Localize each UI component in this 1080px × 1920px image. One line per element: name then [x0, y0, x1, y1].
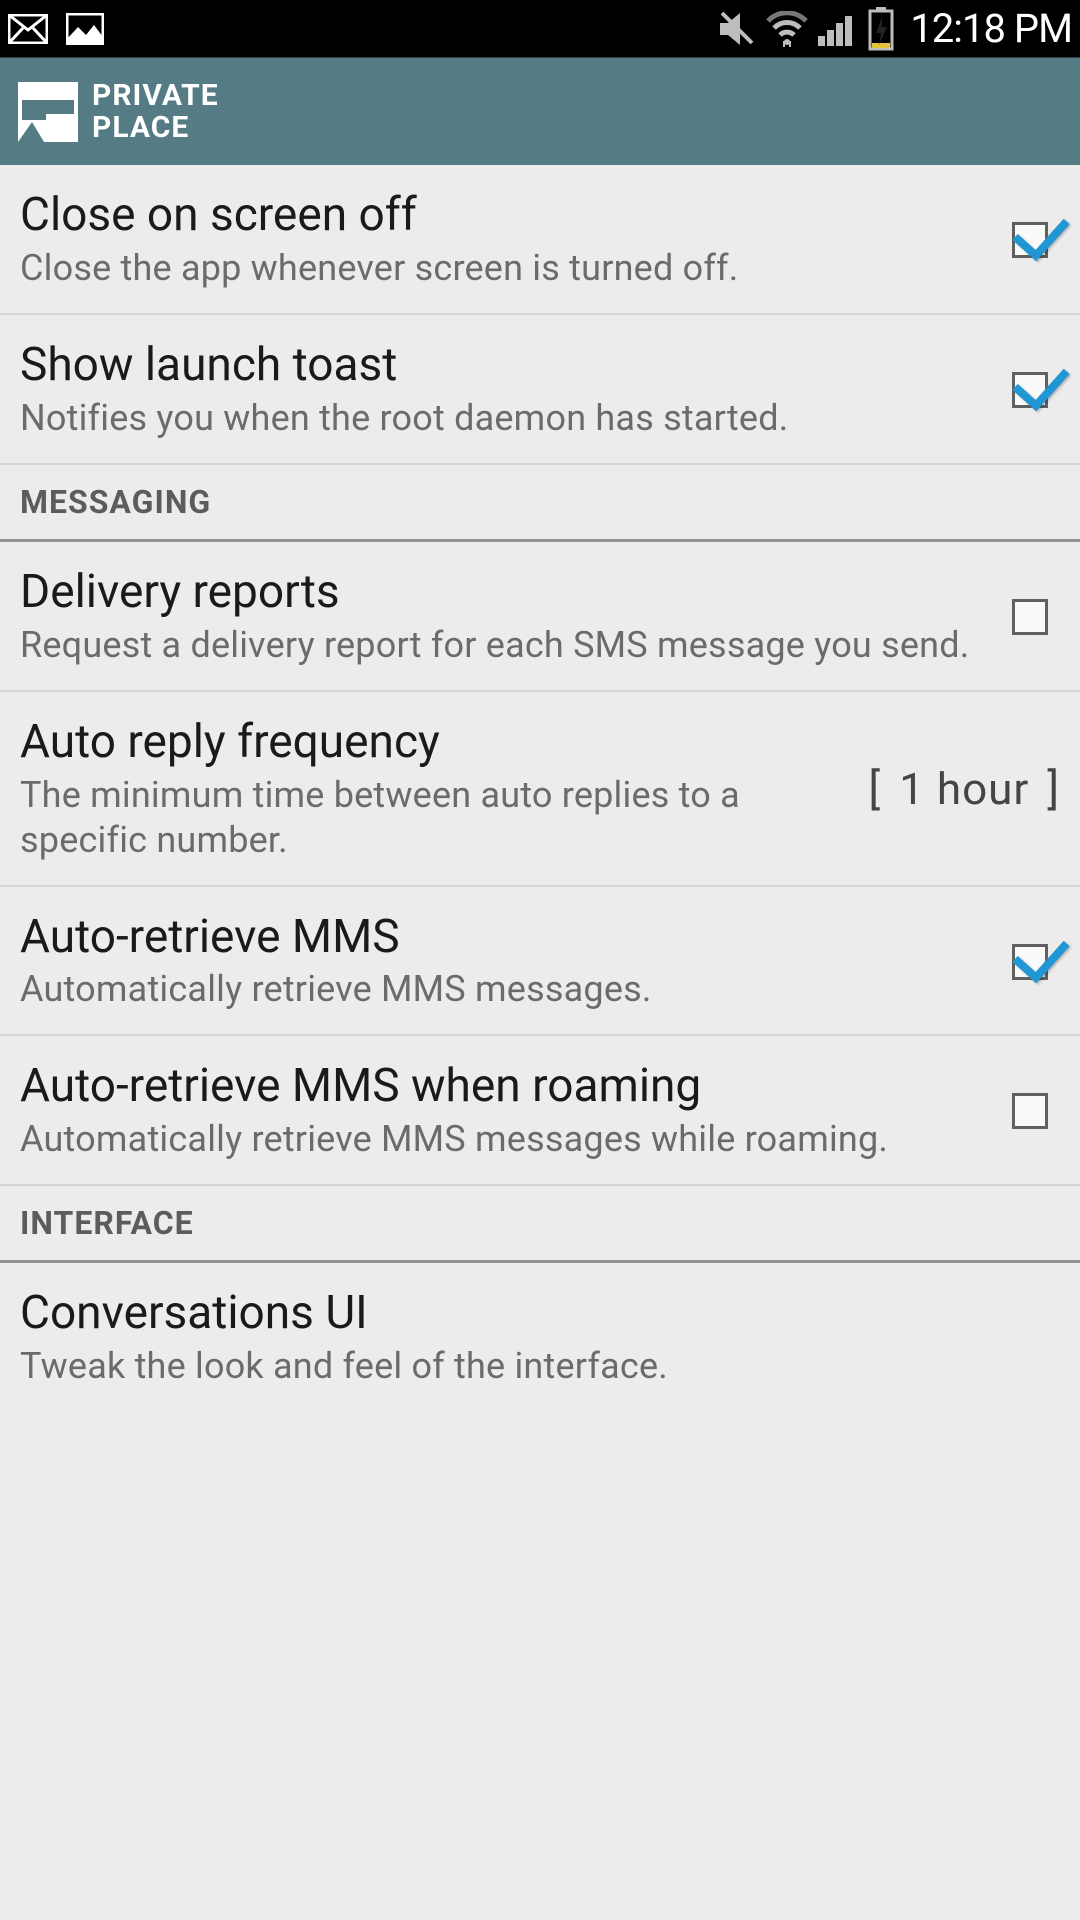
app-title: PRIVATE PLACE	[92, 80, 219, 143]
setting-auto-reply-frequency[interactable]: Auto reply frequency The minimum time be…	[0, 692, 1080, 887]
image-icon	[66, 13, 104, 45]
setting-text: Auto-retrieve MMS when roaming Automatic…	[20, 1060, 1000, 1162]
auto-reply-frequency-text: 1 hour	[881, 763, 1047, 815]
checkbox-show-launch-toast[interactable]	[1012, 372, 1048, 408]
setting-show-launch-toast[interactable]: Show launch toast Notifies you when the …	[0, 315, 1080, 465]
setting-auto-retrieve-mms-roaming[interactable]: Auto-retrieve MMS when roaming Automatic…	[0, 1036, 1080, 1186]
setting-control	[1000, 944, 1060, 980]
setting-close-on-screen-off[interactable]: Close on screen off Close the app whenev…	[0, 165, 1080, 315]
settings-list: Close on screen off Close the app whenev…	[0, 165, 1080, 1411]
setting-control	[1000, 222, 1060, 258]
setting-title: Conversations UI	[20, 1287, 1040, 1340]
setting-title: Close on screen off	[20, 189, 980, 242]
setting-title: Auto-retrieve MMS when roaming	[20, 1060, 980, 1113]
setting-text: Delivery reports Request a delivery repo…	[20, 566, 1000, 668]
setting-title: Auto-retrieve MMS	[20, 911, 980, 964]
status-clock: 12:18 PM	[904, 5, 1072, 52]
section-header-messaging: MESSAGING	[0, 465, 1080, 542]
setting-desc: Tweak the look and feel of the interface…	[20, 1344, 1040, 1389]
setting-control	[1000, 599, 1060, 635]
mute-icon	[716, 11, 756, 47]
mail-icon	[8, 14, 48, 44]
setting-desc: Notifies you when the root daemon has st…	[20, 396, 980, 441]
setting-desc: Close the app whenever screen is turned …	[20, 246, 980, 291]
app-title-line2: PLACE	[92, 112, 219, 144]
setting-text: Show launch toast Notifies you when the …	[20, 339, 1000, 441]
app-logo-icon	[18, 82, 78, 142]
wifi-icon	[766, 11, 808, 47]
bracket-left: [	[869, 763, 882, 815]
bracket-right: ]	[1047, 763, 1060, 815]
section-header-interface: INTERFACE	[0, 1186, 1080, 1263]
setting-title: Auto reply frequency	[20, 716, 849, 769]
setting-text: Auto-retrieve MMS Automatically retrieve…	[20, 911, 1000, 1013]
setting-desc: Automatically retrieve MMS messages.	[20, 967, 980, 1012]
checkbox-auto-retrieve-mms-roaming[interactable]	[1012, 1093, 1048, 1129]
setting-conversations-ui[interactable]: Conversations UI Tweak the look and feel…	[0, 1263, 1080, 1411]
status-bar: 12:18 PM	[0, 0, 1080, 57]
setting-text: Conversations UI Tweak the look and feel…	[20, 1287, 1060, 1389]
setting-auto-retrieve-mms[interactable]: Auto-retrieve MMS Automatically retrieve…	[0, 887, 1080, 1037]
setting-control	[1000, 372, 1060, 408]
setting-control	[1000, 1093, 1060, 1129]
auto-reply-frequency-value[interactable]: [1 hour]	[869, 763, 1060, 815]
checkbox-auto-retrieve-mms[interactable]	[1012, 944, 1048, 980]
checkbox-delivery-reports[interactable]	[1012, 599, 1048, 635]
setting-delivery-reports[interactable]: Delivery reports Request a delivery repo…	[0, 542, 1080, 692]
setting-desc: Request a delivery report for each SMS m…	[20, 623, 980, 668]
setting-desc: Automatically retrieve MMS messages whil…	[20, 1117, 980, 1162]
status-right: 12:18 PM	[716, 5, 1072, 52]
battery-charging-icon	[868, 7, 894, 51]
setting-control: [1 hour]	[869, 763, 1060, 815]
checkbox-close-on-screen-off[interactable]	[1012, 222, 1048, 258]
setting-desc: The minimum time between auto replies to…	[20, 773, 849, 863]
status-left	[8, 13, 104, 45]
setting-text: Close on screen off Close the app whenev…	[20, 189, 1000, 291]
app-header: PRIVATE PLACE	[0, 57, 1080, 165]
setting-title: Delivery reports	[20, 566, 980, 619]
signal-icon	[818, 12, 858, 46]
setting-text: Auto reply frequency The minimum time be…	[20, 716, 869, 863]
app-title-line1: PRIVATE	[92, 80, 219, 112]
setting-title: Show launch toast	[20, 339, 980, 392]
